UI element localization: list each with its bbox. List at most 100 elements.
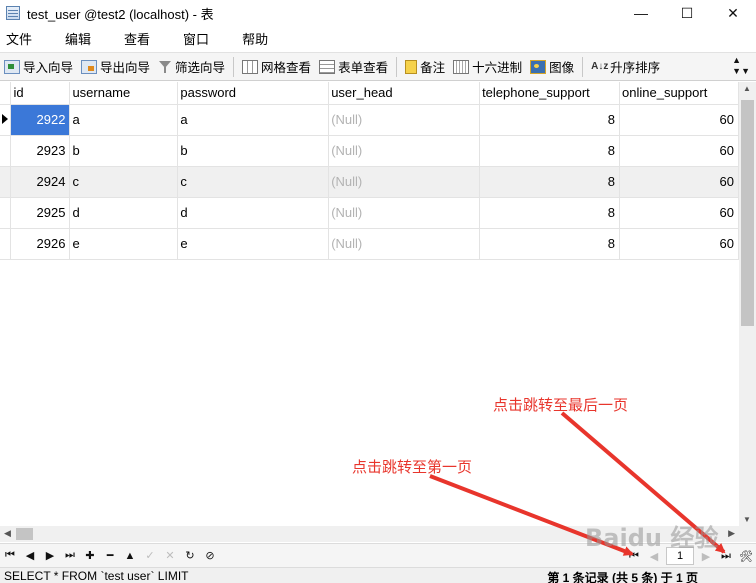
first-record-button[interactable]: ⏮	[0, 546, 20, 566]
delete-record-button[interactable]: ━	[100, 546, 120, 566]
scroll-up-icon[interactable]: ▲	[743, 84, 751, 93]
memo-icon	[405, 59, 418, 74]
maximize-button[interactable]: ☐	[664, 0, 710, 26]
column-header-username[interactable]: username	[69, 82, 179, 105]
cell-telephone-support[interactable]: 8	[479, 197, 621, 229]
row-indicator[interactable]	[0, 228, 12, 260]
cell-online-support[interactable]: 60	[619, 135, 739, 167]
menu-window[interactable]: 窗口	[177, 29, 218, 48]
previous-record-button[interactable]: ◀	[20, 546, 40, 566]
toolbar-overflow-icon[interactable]: ▲ ▼▼	[732, 55, 750, 77]
page-number-input[interactable]: 1	[666, 547, 694, 565]
menu-edit[interactable]: 编辑	[59, 29, 100, 48]
next-record-button[interactable]: ▶	[40, 546, 60, 566]
cell-username[interactable]: d	[69, 197, 179, 229]
first-page-button[interactable]: ⏮	[624, 546, 644, 566]
row-indicator[interactable]	[0, 135, 12, 167]
cell-online-support[interactable]: 60	[619, 197, 739, 229]
move-up-button[interactable]: ▲	[120, 546, 140, 566]
cell-id[interactable]: 2925	[10, 197, 71, 229]
cell-username[interactable]: a	[69, 104, 179, 136]
settings-icon[interactable]: 🛠	[736, 546, 756, 566]
horizontal-scrollbar[interactable]: ◀ ▶	[0, 526, 739, 542]
grid-view-button[interactable]: 网格查看	[238, 55, 315, 79]
cell-id[interactable]: 2923	[10, 135, 71, 167]
table-row[interactable]: 2924 c c (Null) 8 60	[0, 166, 739, 198]
cell-online-support[interactable]: 60	[619, 166, 739, 198]
current-row-arrow-icon	[2, 113, 8, 124]
cell-id[interactable]: 2922	[10, 104, 71, 136]
row-indicator[interactable]	[0, 197, 12, 229]
add-record-button[interactable]: ✚	[80, 546, 100, 566]
cell-id[interactable]: 2926	[10, 228, 71, 260]
export-wizard-button[interactable]: 导出向导	[77, 55, 154, 79]
next-page-button[interactable]: ▶	[696, 546, 716, 566]
column-header-id[interactable]: id	[10, 82, 71, 105]
table-row[interactable]: 2922 a a (Null) 8 60	[0, 104, 739, 136]
hex-icon	[453, 59, 470, 74]
cell-username[interactable]: b	[69, 135, 179, 167]
import-wizard-button[interactable]: 导入向导	[0, 55, 77, 79]
import-icon	[4, 59, 20, 74]
scroll-right-icon[interactable]: ▶	[728, 528, 735, 539]
last-page-button[interactable]: ⏭	[716, 546, 736, 566]
last-record-button[interactable]: ⏭	[60, 546, 80, 566]
export-wizard-label: 导出向导	[100, 61, 151, 75]
row-indicator[interactable]	[0, 166, 12, 198]
discard-changes-button[interactable]: ✕	[160, 546, 180, 566]
table-row[interactable]: 2926 e e (Null) 8 60	[0, 228, 739, 260]
hex-label: 十六进制	[472, 61, 523, 75]
apply-changes-button[interactable]: ✓	[140, 546, 160, 566]
column-header-telephone-support[interactable]: telephone_support	[479, 82, 621, 105]
memo-button[interactable]: 备注	[401, 55, 449, 79]
menu-help[interactable]: 帮助	[236, 29, 277, 48]
form-view-button[interactable]: 表单查看	[315, 55, 392, 79]
cell-user-head[interactable]: (Null)	[328, 228, 481, 260]
cell-password[interactable]: a	[177, 104, 330, 136]
cell-password[interactable]: b	[177, 135, 330, 167]
table-row[interactable]: 2923 b b (Null) 8 60	[0, 135, 739, 167]
cell-username[interactable]: e	[69, 228, 179, 260]
cell-user-head[interactable]: (Null)	[328, 104, 481, 136]
cell-user-head[interactable]: (Null)	[328, 197, 481, 229]
cell-telephone-support[interactable]: 8	[479, 104, 621, 136]
cell-telephone-support[interactable]: 8	[479, 135, 621, 167]
cell-password[interactable]: e	[177, 228, 330, 260]
cell-user-head[interactable]: (Null)	[328, 135, 481, 167]
filter-wizard-label: 筛选向导	[175, 61, 226, 75]
records-body: 2922 a a (Null) 8 60 2923 b b (Null) 8 60 2924 c c (Nul…	[0, 104, 739, 260]
column-header-password[interactable]: password	[177, 82, 330, 105]
toolbar-separator	[582, 56, 584, 77]
cell-password[interactable]: d	[177, 197, 330, 229]
column-header-online-support[interactable]: online_support	[619, 82, 739, 105]
sort-ascending-button[interactable]: A↓z 升序排序	[587, 55, 664, 79]
row-indicator[interactable]	[0, 104, 12, 136]
refresh-button[interactable]: ↻	[180, 546, 200, 566]
grid-view-label: 网格查看	[261, 61, 312, 75]
cell-online-support[interactable]: 60	[619, 104, 739, 136]
cell-telephone-support[interactable]: 8	[479, 228, 621, 260]
scroll-down-icon[interactable]: ▼	[743, 515, 751, 524]
cell-online-support[interactable]: 60	[619, 228, 739, 260]
vertical-scrollbar[interactable]: ▲ ▼	[739, 82, 756, 526]
stop-button[interactable]: ⊘	[200, 546, 220, 566]
column-header-user-head[interactable]: user_head	[328, 82, 481, 105]
cell-user-head[interactable]: (Null)	[328, 166, 481, 198]
horizontal-scroll-thumb[interactable]	[16, 528, 33, 540]
table-row[interactable]: 2925 d d (Null) 8 60	[0, 197, 739, 229]
hex-button[interactable]: 十六进制	[449, 55, 526, 79]
cell-id[interactable]: 2924	[10, 166, 71, 198]
image-button[interactable]: 图像	[526, 55, 578, 79]
minimize-button[interactable]: —	[618, 0, 664, 26]
cell-password[interactable]: c	[177, 166, 330, 198]
vertical-scroll-thumb[interactable]	[741, 100, 754, 326]
image-label: 图像	[549, 61, 575, 75]
menu-file[interactable]: 文件	[0, 29, 41, 48]
cell-telephone-support[interactable]: 8	[479, 166, 621, 198]
cell-username[interactable]: c	[69, 166, 179, 198]
close-button[interactable]: ✕	[710, 0, 756, 26]
previous-page-button[interactable]: ◀	[644, 546, 664, 566]
scroll-left-icon[interactable]: ◀	[4, 528, 11, 539]
menu-view[interactable]: 查看	[118, 29, 159, 48]
filter-wizard-button[interactable]: 筛选向导	[154, 55, 229, 79]
